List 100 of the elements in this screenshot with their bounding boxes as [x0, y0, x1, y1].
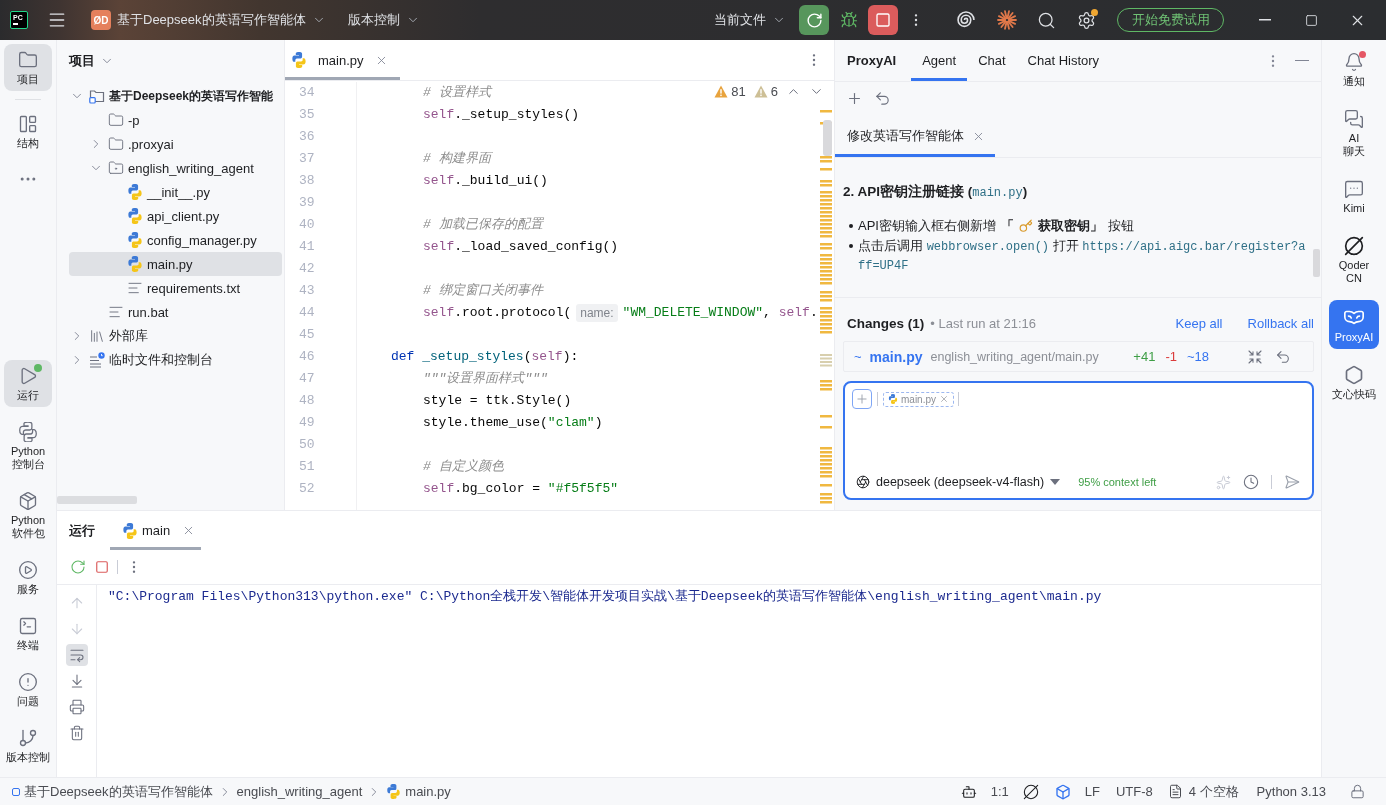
line-number: 35 [298, 106, 316, 124]
file-encoding[interactable]: UTF-8 [1115, 784, 1153, 799]
scrollbar-thumb[interactable] [823, 120, 832, 156]
line-number: 42 [298, 260, 316, 278]
cursor-position[interactable]: 1:1 [990, 784, 1009, 799]
vcs-menu[interactable]: 版本控制 [341, 5, 426, 35]
chat-tab[interactable]: Agent [911, 40, 968, 81]
plus-icon[interactable] [846, 90, 863, 107]
lines-clock-icon [89, 352, 105, 368]
added-count: +41 [1133, 349, 1156, 364]
code-text: # 构建界面 [423, 150, 491, 168]
breadcrumb[interactable]: main.py [386, 784, 451, 799]
code-text: self.root.protocol( [423, 304, 572, 322]
add-context-button[interactable] [852, 389, 872, 409]
stop-button[interactable] [868, 5, 898, 35]
interpreter-selector[interactable]: Python 3.13 [1256, 784, 1326, 799]
cube-icon[interactable] [1054, 783, 1071, 800]
clock-icon[interactable] [1243, 474, 1259, 490]
tree-item[interactable]: 基于Deepseek的英语写作智能 [69, 84, 282, 108]
tool-window-button[interactable]: ProxyAI [1329, 300, 1379, 349]
alert-circle-icon [18, 672, 38, 692]
tree-item[interactable]: requirements.txt [69, 276, 282, 300]
tool-window-button[interactable]: 版本控制 [4, 722, 52, 769]
shrink-icon[interactable] [1247, 348, 1263, 365]
code-text: self._load_saved_config() [423, 238, 619, 256]
circle-play-icon [18, 560, 38, 580]
editor-tab[interactable]: main.py [285, 40, 400, 80]
highlighted-text: 获取密钥」 [1037, 217, 1103, 234]
settings-icon[interactable] [1077, 10, 1096, 30]
line-separator[interactable]: LF [1084, 784, 1100, 799]
bug-icon[interactable] [840, 11, 858, 29]
run-button[interactable] [799, 5, 829, 35]
tool-window-button[interactable]: Kimi [1329, 173, 1379, 220]
tool-window-button[interactable]: 文心快码 [1329, 359, 1379, 406]
tree-item[interactable]: 外部库 [69, 324, 282, 348]
tool-window-button[interactable]: Python 控制台 [4, 416, 52, 476]
tool-window-button[interactable]: Python 软件包 [4, 485, 52, 545]
starburst-icon[interactable] [997, 10, 1017, 30]
minimize-icon[interactable] [1295, 59, 1309, 62]
line-number: 38 [298, 172, 316, 190]
tree-item[interactable]: __init__.py [69, 180, 282, 204]
tool-window-button[interactable]: 终端 [4, 610, 52, 657]
scrollbar-thumb[interactable] [57, 496, 137, 504]
tree-item[interactable]: run.bat [69, 300, 282, 324]
project-view-menu[interactable]: 项目 [69, 52, 114, 70]
line-number: 50 [298, 436, 316, 454]
breadcrumb[interactable]: 基于Deepseek的英语写作智能体 [12, 782, 213, 801]
tree-item[interactable]: 临时文件和控制台 [69, 348, 282, 372]
tree-item[interactable]: config_manager.py [69, 228, 282, 252]
stop-icon[interactable] [95, 560, 109, 574]
circular-arrow-icon[interactable] [70, 559, 86, 575]
tool-window-button[interactable]: 项目 [4, 44, 52, 91]
tool-window-button[interactable]: 问题 [4, 666, 52, 713]
python-logo-icon [127, 256, 143, 272]
run-tab[interactable]: main [110, 511, 202, 550]
changed-file-row[interactable]: ~ main.py english_writing_agent/main.py +41 -1 ~18 [843, 341, 1314, 372]
warning-counter[interactable]: 6 [753, 84, 778, 99]
undo-icon[interactable] [1275, 348, 1291, 365]
trash-icon [68, 725, 85, 741]
project-selector[interactable]: ØD 基于Deepseek的英语写作智能体 [85, 5, 332, 35]
circle-slash-icon[interactable] [1022, 783, 1039, 800]
search-icon[interactable] [1037, 10, 1056, 30]
tool-window-button[interactable]: 运行 [4, 360, 52, 407]
action-link[interactable]: Rollback all [1247, 315, 1314, 331]
session-tab[interactable]: 修改英语写作智能体 [835, 115, 995, 157]
spiral-icon[interactable] [957, 11, 975, 29]
undo-icon[interactable] [874, 90, 891, 107]
robot-icon[interactable] [960, 783, 977, 800]
send-icon[interactable] [1284, 474, 1300, 490]
tree-item[interactable]: .proxyai [69, 132, 282, 156]
python-logo-icon [18, 422, 38, 442]
lock-icon[interactable] [1350, 784, 1365, 799]
chat-tab[interactable]: Chat [967, 40, 1017, 81]
breadcrumb[interactable]: english_writing_agent [236, 784, 363, 799]
tree-item[interactable]: english_writing_agent [69, 156, 282, 180]
indent-setting[interactable]: 4 个空格 [1167, 782, 1239, 801]
model-selector[interactable]: deepseek (deepseek-v4-flash) [856, 475, 1061, 489]
line-number: 51 [298, 458, 316, 476]
action-link[interactable]: Keep all [1175, 315, 1223, 331]
scrollbar-thumb[interactable] [1313, 249, 1320, 277]
tree-item[interactable]: main.py [69, 252, 282, 276]
tree-item[interactable]: -p [69, 108, 282, 132]
tool-window-button[interactable]: AI 聊天 [1329, 103, 1379, 163]
run-config-selector[interactable]: 当前文件 [708, 5, 792, 35]
warning-counter[interactable]: 81 [714, 84, 746, 99]
plus-icon [855, 392, 869, 406]
tool-window-button[interactable]: 服务 [4, 554, 52, 601]
tool-window-button[interactable]: Qoder CN [1329, 230, 1379, 290]
console-tool-button[interactable] [65, 644, 88, 666]
tree-item[interactable]: api_client.py [69, 204, 282, 228]
message-input-field[interactable]: main.py deepseek (deepseek-v4-flash) 95% context left [843, 381, 1314, 500]
line-number: 49 [298, 414, 316, 432]
close-icon[interactable] [939, 394, 949, 404]
chat-tab[interactable]: Chat History [1016, 40, 1111, 81]
change-status: ~ [854, 349, 862, 364]
key-icon [1018, 218, 1033, 233]
file-link[interactable]: main.py [869, 348, 923, 365]
chat-bubbles-icon [1344, 109, 1364, 129]
tool-window-button[interactable]: 结构 [4, 108, 52, 155]
tool-window-button[interactable]: 通知 [1329, 46, 1379, 93]
